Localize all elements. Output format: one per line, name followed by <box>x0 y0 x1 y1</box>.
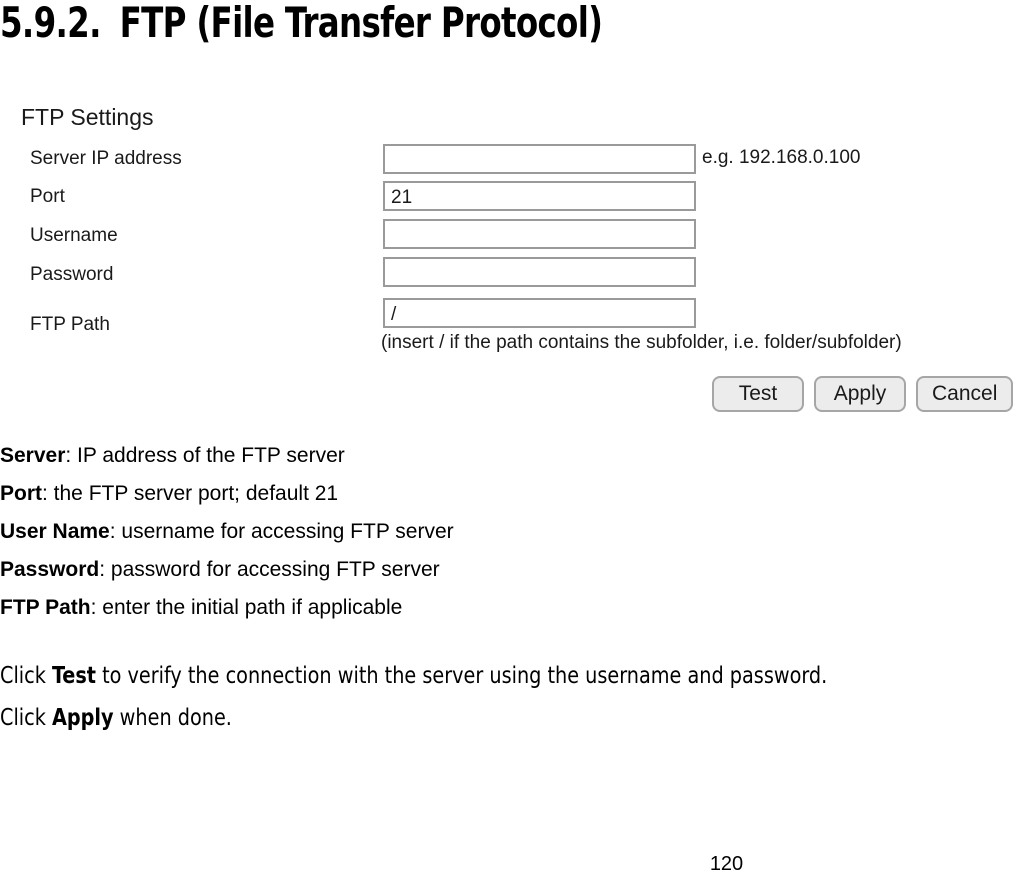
ftp-settings-heading: FTP Settings <box>21 104 154 130</box>
instruction-prefix: Click <box>0 705 52 731</box>
description-item: FTP Path: enter the initial path if appl… <box>0 589 1000 627</box>
label-port: Port <box>30 186 65 207</box>
username-input[interactable] <box>383 219 696 249</box>
section-number: 5.9.2. <box>0 0 101 47</box>
description-item: User Name: username for accessing FTP se… <box>0 513 1000 551</box>
description-item: Port: the FTP server port; default 21 <box>0 475 1000 513</box>
port-input[interactable]: 21 <box>383 181 696 211</box>
description-term: Port <box>0 482 42 505</box>
description-item: Server: IP address of the FTP server <box>0 437 1000 475</box>
page-title: 5.9.2. FTP (File Transfer Protocol) <box>0 0 603 47</box>
description-term: Password <box>0 558 100 581</box>
description-text: : password for accessing FTP server <box>99 558 440 581</box>
label-ftp-path: FTP Path <box>30 314 110 335</box>
ftp-action-buttons: Test Apply Cancel <box>712 376 1014 412</box>
ftp-path-value: / <box>391 304 397 325</box>
description-text: : username for accessing FTP server <box>109 520 454 543</box>
server-ip-hint: e.g. 192.168.0.100 <box>702 147 861 168</box>
ftp-path-hint: (insert / if the path contains the subfo… <box>381 332 902 353</box>
section-title-text: FTP (File Transfer Protocol) <box>119 0 603 47</box>
description-term: User Name <box>0 520 110 543</box>
description-term: Server <box>0 444 66 467</box>
test-button[interactable]: Test <box>712 376 804 412</box>
instruction-prefix: Click <box>0 663 52 689</box>
instruction-suffix: when done. <box>113 705 232 731</box>
label-username: Username <box>30 225 118 246</box>
instruction-bold: Test <box>51 663 96 689</box>
port-value: 21 <box>391 187 413 208</box>
apply-button[interactable]: Apply <box>814 376 906 412</box>
instruction-line: Click Apply when done. <box>0 697 939 739</box>
page-number-value: 120 <box>709 853 744 875</box>
description-text: : the FTP server port; default 21 <box>42 482 339 505</box>
description-text: : IP address of the FTP server <box>65 444 345 467</box>
instruction-suffix: to verify the connection with the server… <box>95 663 828 689</box>
label-password: Password <box>30 264 114 285</box>
description-item: Password: password for accessing FTP ser… <box>0 551 1000 589</box>
page-footer: 120 <box>0 853 1033 876</box>
ftp-path-input[interactable]: / <box>383 298 696 328</box>
cancel-button[interactable]: Cancel <box>916 376 1014 412</box>
password-input[interactable] <box>383 257 696 287</box>
description-text: : enter the initial path if applicable <box>90 596 403 619</box>
instruction-bold: Apply <box>51 705 114 731</box>
server-ip-input[interactable] <box>383 144 696 174</box>
description-term: FTP Path <box>0 596 91 619</box>
label-server-ip: Server IP address <box>30 148 182 169</box>
instruction-line: Click Test to verify the connection with… <box>0 655 939 697</box>
instruction-block: Click Test to verify the connection with… <box>0 655 1010 739</box>
field-description-list: Server: IP address of the FTP server Por… <box>0 437 1000 627</box>
ftp-settings-screenshot: FTP Settings Server IP address Port User… <box>0 95 1033 425</box>
